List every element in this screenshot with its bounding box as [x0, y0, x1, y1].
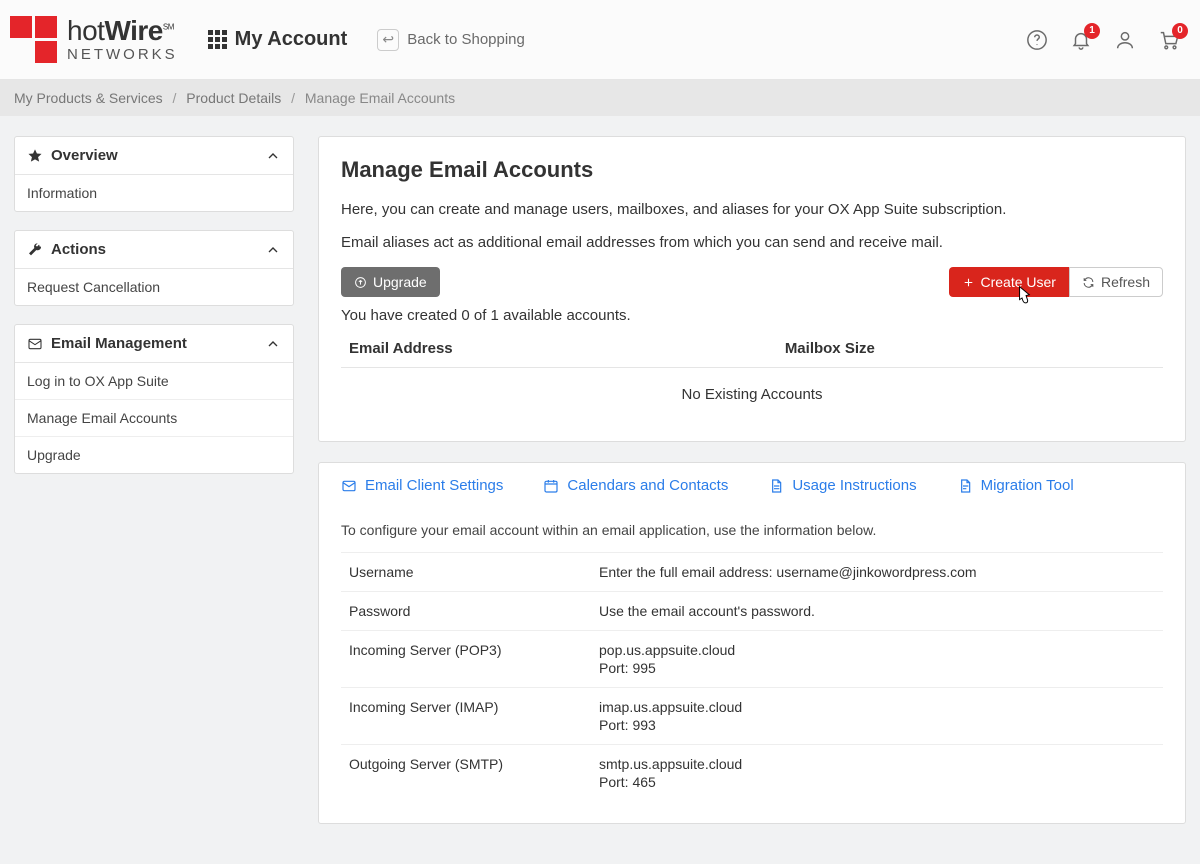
sidebar: Overview Information Actions Request Can… [14, 136, 294, 474]
cart-badge: 0 [1172, 23, 1188, 39]
refresh-button[interactable]: Refresh [1069, 267, 1163, 297]
panel-overview-title: Overview [51, 147, 118, 164]
notifications-icon[interactable]: 1 [1070, 29, 1092, 51]
notifications-badge: 1 [1084, 23, 1100, 39]
sidebar-item-upgrade[interactable]: Upgrade [15, 437, 293, 473]
document-icon [957, 478, 973, 494]
settings-value: Enter the full email address: username@j… [591, 553, 1163, 592]
back-arrow-icon: ↩ [377, 29, 399, 51]
help-icon[interactable] [1026, 29, 1048, 51]
tab-usage-instructions[interactable]: Usage Instructions [768, 477, 916, 494]
my-account-heading[interactable]: My Account [208, 28, 348, 51]
main-content: Manage Email Accounts Here, you can crea… [318, 136, 1186, 824]
chevron-up-icon [265, 148, 281, 164]
breadcrumb: My Products & Services / Product Details… [0, 80, 1200, 116]
create-user-button[interactable]: Create User [949, 267, 1069, 297]
settings-row: Outgoing Server (SMTP)smtp.us.appsuite.c… [341, 745, 1163, 802]
panel-email-head[interactable]: Email Management [15, 325, 293, 363]
settings-key: Password [341, 592, 591, 631]
tab-email-client-settings[interactable]: Email Client Settings [341, 477, 503, 494]
settings-intro: To configure your email account within a… [341, 522, 1163, 538]
settings-key: Outgoing Server (SMTP) [341, 745, 591, 802]
accounts-table: Email Address Mailbox Size No Existing A… [341, 330, 1163, 421]
calendar-icon [543, 478, 559, 494]
settings-row: Incoming Server (IMAP)imap.us.appsuite.c… [341, 688, 1163, 745]
intro-paragraph-2: Email aliases act as additional email ad… [341, 234, 1163, 251]
sidebar-item-login-ox[interactable]: Log in to OX App Suite [15, 363, 293, 400]
upgrade-button-label: Upgrade [373, 274, 427, 290]
logo-text: hotWireSM NETWORKS [67, 17, 178, 62]
panel-actions-title: Actions [51, 241, 106, 258]
logo[interactable]: hotWireSM NETWORKS [10, 16, 178, 63]
settings-value: pop.us.appsuite.cloudPort: 995 [591, 631, 1163, 688]
panel-email-management: Email Management Log in to OX App Suite … [14, 324, 294, 474]
settings-row: UsernameEnter the full email address: us… [341, 553, 1163, 592]
panel-overview-head[interactable]: Overview [15, 137, 293, 175]
envelope-icon [341, 478, 357, 494]
th-mailbox-size: Mailbox Size [777, 330, 1163, 368]
back-to-shopping-label: Back to Shopping [407, 31, 525, 48]
logo-mark [10, 16, 57, 63]
tab-migration-tool[interactable]: Migration Tool [957, 477, 1074, 494]
header: hotWireSM NETWORKS My Account ↩ Back to … [0, 0, 1200, 80]
user-icon[interactable] [1114, 29, 1136, 51]
envelope-icon [27, 336, 43, 352]
settings-table: UsernameEnter the full email address: us… [341, 552, 1163, 801]
settings-key: Incoming Server (IMAP) [341, 688, 591, 745]
star-icon [27, 148, 43, 164]
settings-card: Email Client Settings Calendars and Cont… [318, 462, 1186, 824]
settings-value: Use the email account's password. [591, 592, 1163, 631]
plus-icon [962, 276, 975, 289]
breadcrumb-item[interactable]: My Products & Services [14, 90, 163, 106]
my-account-label: My Account [235, 28, 348, 51]
panel-actions: Actions Request Cancellation [14, 230, 294, 306]
panel-email-title: Email Management [51, 335, 187, 352]
intro-paragraph-1: Here, you can create and manage users, m… [341, 201, 1163, 218]
manage-card: Manage Email Accounts Here, you can crea… [318, 136, 1186, 442]
th-email-address: Email Address [341, 330, 777, 368]
settings-value: smtp.us.appsuite.cloudPort: 465 [591, 745, 1163, 802]
table-empty-row: No Existing Accounts [341, 368, 1163, 422]
settings-key: Incoming Server (POP3) [341, 631, 591, 688]
header-icons: 1 0 [1026, 29, 1180, 51]
wrench-icon [27, 242, 43, 258]
refresh-icon [1082, 276, 1095, 289]
panel-actions-head[interactable]: Actions [15, 231, 293, 269]
settings-value: imap.us.appsuite.cloudPort: 993 [591, 688, 1163, 745]
chevron-up-icon [265, 242, 281, 258]
arrow-up-circle-icon [354, 276, 367, 289]
back-to-shopping-link[interactable]: ↩ Back to Shopping [377, 29, 525, 51]
tab-label: Usage Instructions [792, 477, 916, 494]
tabs: Email Client Settings Calendars and Cont… [319, 463, 1185, 508]
breadcrumb-item[interactable]: Product Details [186, 90, 281, 106]
tab-body-email-settings: To configure your email account within a… [319, 508, 1185, 823]
panel-overview: Overview Information [14, 136, 294, 212]
cart-icon[interactable]: 0 [1158, 29, 1180, 51]
tab-label: Email Client Settings [365, 477, 503, 494]
settings-key: Username [341, 553, 591, 592]
sidebar-item-request-cancellation[interactable]: Request Cancellation [15, 269, 293, 305]
tab-label: Migration Tool [981, 477, 1074, 494]
create-user-button-label: Create User [981, 274, 1056, 290]
document-icon [768, 478, 784, 494]
settings-row: Incoming Server (POP3)pop.us.appsuite.cl… [341, 631, 1163, 688]
toolbar: Upgrade Create User Refresh [341, 267, 1163, 297]
sidebar-item-information[interactable]: Information [15, 175, 293, 211]
page-title: Manage Email Accounts [341, 157, 1163, 183]
apps-grid-icon [208, 30, 227, 49]
tab-label: Calendars and Contacts [567, 477, 728, 494]
settings-row: PasswordUse the email account's password… [341, 592, 1163, 631]
quota-text: You have created 0 of 1 available accoun… [341, 307, 1163, 324]
tab-calendars-contacts[interactable]: Calendars and Contacts [543, 477, 728, 494]
breadcrumb-current: Manage Email Accounts [305, 90, 455, 106]
upgrade-button[interactable]: Upgrade [341, 267, 440, 297]
refresh-button-label: Refresh [1101, 274, 1150, 290]
chevron-up-icon [265, 336, 281, 352]
sidebar-item-manage-email[interactable]: Manage Email Accounts [15, 400, 293, 437]
